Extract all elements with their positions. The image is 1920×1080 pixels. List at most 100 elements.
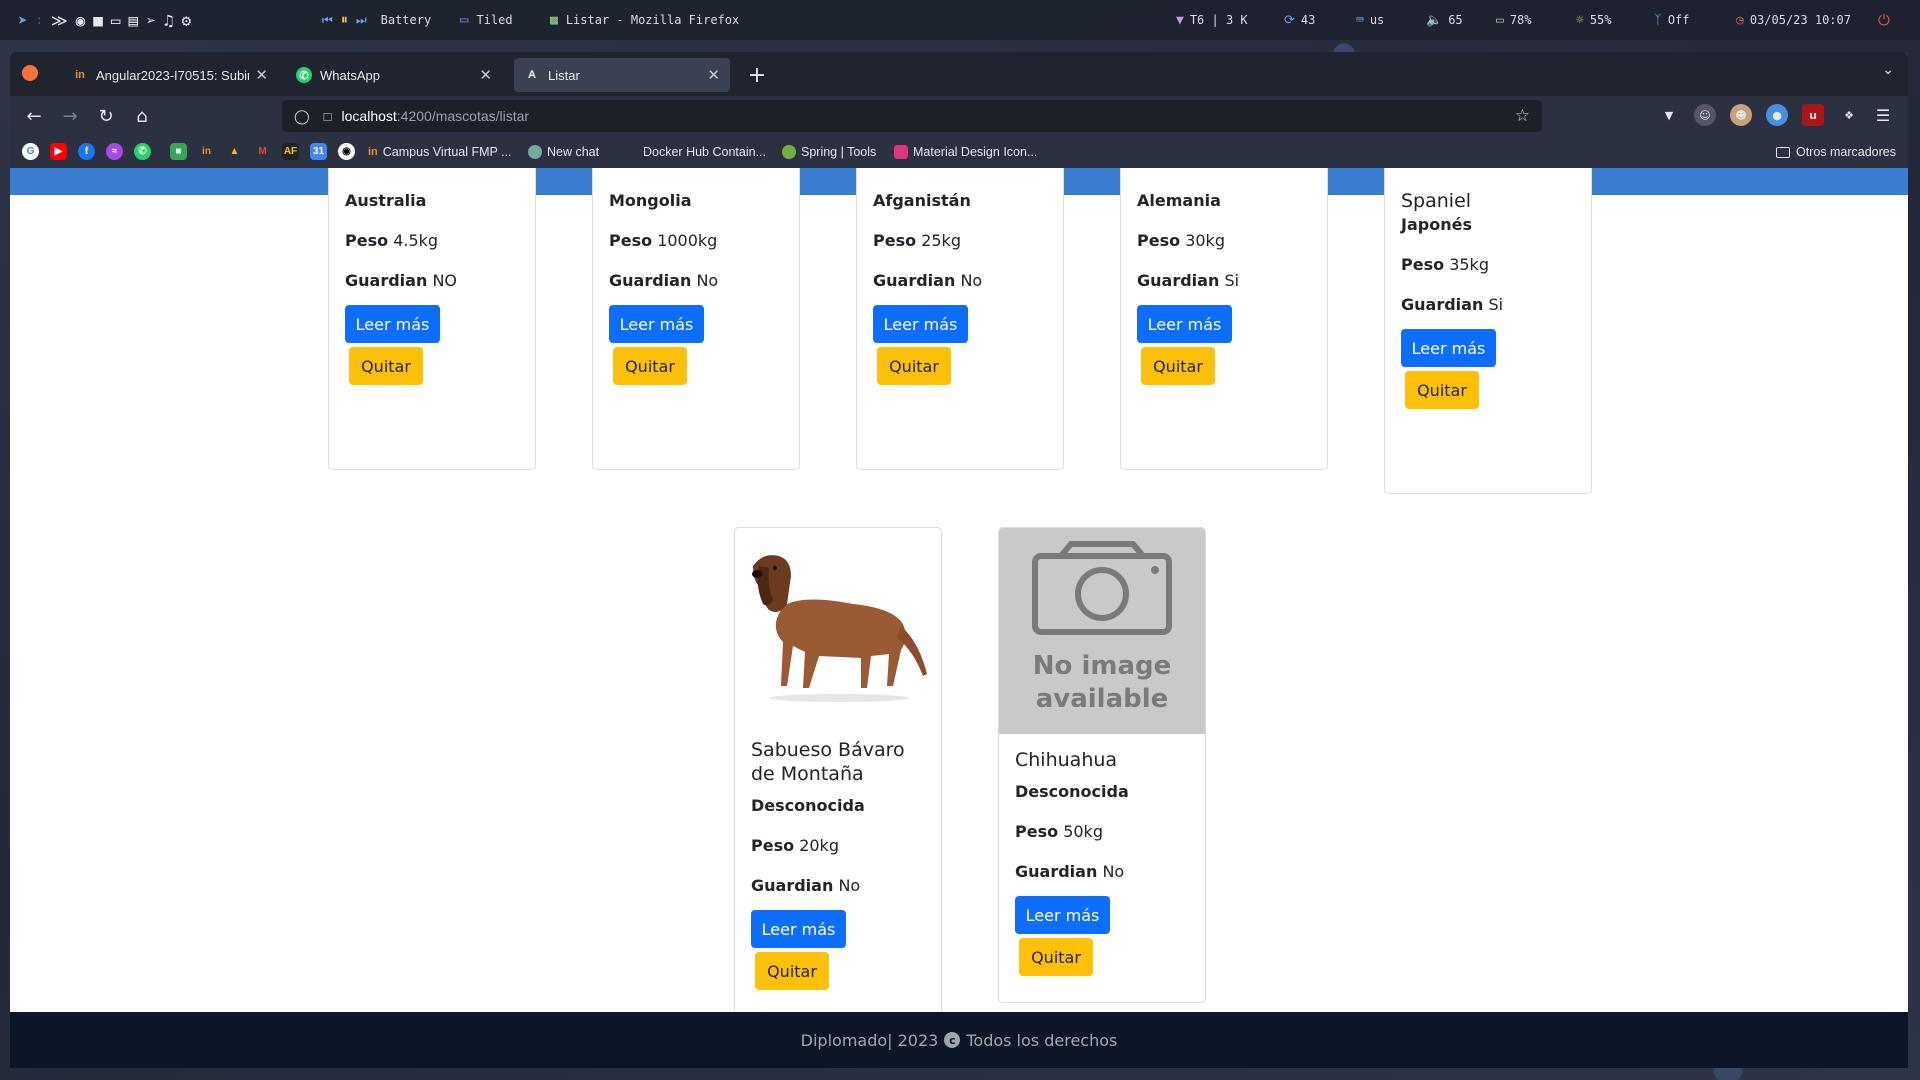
notes-icon[interactable]: ▤	[129, 11, 139, 30]
extension-face-icon[interactable]: ☻	[1730, 104, 1752, 126]
youtube-icon[interactable]: ▶	[50, 143, 67, 160]
monitor-icon[interactable]: ▭	[111, 11, 121, 30]
url-bar[interactable]: ◯ □ localhost:4200/mascotas/listar ☆	[282, 100, 1542, 132]
browser-window: in Angular2023-I70515: Subir so ✕ ✆ What…	[10, 52, 1908, 1068]
launcher-icon[interactable]: ➤	[18, 11, 28, 30]
network-status[interactable]: ▼ T6 | 3 K	[1176, 13, 1248, 28]
google-icon[interactable]: G	[22, 143, 39, 160]
bluetooth-icon: ᛉ	[1654, 12, 1662, 28]
extensions-puzzle-icon[interactable]: ❖	[1838, 104, 1860, 126]
facebook-icon[interactable]: f	[78, 143, 95, 160]
previous-track-icon[interactable]: ⏮	[322, 13, 333, 28]
battery-status[interactable]: ▭ 78%	[1496, 13, 1532, 28]
keyboard-icon: ⌨	[1356, 12, 1364, 28]
read-more-button[interactable]: Leer más	[1137, 305, 1232, 343]
pet-weight: Peso 1000kg	[609, 231, 717, 250]
updates-count: 43	[1300, 13, 1316, 27]
window-title: Listar - Mozilla Firefox	[565, 13, 740, 27]
layout-label[interactable]: Tiled	[476, 13, 512, 27]
pet-origin: Afganistán	[873, 191, 971, 210]
menu-hamburger-icon[interactable]: ☰	[1872, 104, 1894, 126]
telegram-icon[interactable]: ➢	[146, 11, 156, 30]
close-icon[interactable]: ✕	[707, 66, 720, 84]
classroom-icon[interactable]: ■	[170, 143, 187, 160]
read-more-button[interactable]: Leer más	[609, 305, 704, 343]
firefox-icon[interactable]	[22, 65, 38, 81]
drive-icon[interactable]: ▲	[226, 143, 243, 160]
bookmark-label: Spring | Tools	[801, 145, 877, 159]
pet-name: Sabueso Bávaro de Montaña	[751, 739, 905, 785]
bookmark-campus-virtual[interactable]: in Campus Virtual FMP ...	[368, 136, 512, 168]
read-more-button[interactable]: Leer más	[1015, 896, 1110, 934]
tab-listar[interactable]: A Listar ✕	[514, 58, 730, 92]
music-icon[interactable]: ♫	[164, 11, 174, 30]
bookmark-new-chat[interactable]: New chat	[528, 136, 599, 168]
read-more-button[interactable]: Leer más	[751, 910, 846, 948]
read-more-button[interactable]: Leer más	[873, 305, 968, 343]
forward-arrow-icon[interactable]: →	[56, 102, 84, 130]
settings-gear-icon[interactable]: ⚙	[181, 11, 191, 30]
page-icon[interactable]: □	[324, 109, 332, 124]
power-icon[interactable]: ⏻	[1878, 11, 1890, 29]
bookmark-star-icon[interactable]: ☆	[1515, 106, 1530, 126]
docker-icon	[624, 145, 638, 159]
updates-status[interactable]: ⟳ 43	[1284, 13, 1315, 28]
messenger-icon[interactable]: ≈	[106, 143, 123, 160]
bookmark-docker-hub[interactable]: Docker Hub Contain...	[624, 136, 766, 168]
remove-button[interactable]: Quitar	[613, 347, 687, 385]
pause-icon[interactable]: ⏸	[341, 12, 348, 28]
new-tab-button[interactable]: +	[742, 60, 772, 90]
extension-avatar-icon[interactable]: ☺	[1694, 104, 1716, 126]
volume-status[interactable]: 🔈 65	[1426, 13, 1463, 28]
globe-icon[interactable]: ◉	[76, 11, 86, 30]
datetime-text: 03/05/23 10:07	[1749, 13, 1851, 27]
bluetooth-status[interactable]: ᛉ Off	[1654, 13, 1690, 28]
weight-value: 20kg	[799, 836, 839, 855]
terminal-icon[interactable]: ≫	[51, 11, 68, 30]
read-more-button[interactable]: Leer más	[345, 305, 440, 343]
tab-angular[interactable]: in Angular2023-I70515: Subir so ✕	[62, 58, 278, 92]
pet-name: Chihuahua	[1015, 749, 1118, 771]
bookmark-material-design[interactable]: Material Design Icon...	[894, 136, 1037, 168]
close-icon[interactable]: ✕	[479, 66, 492, 84]
remove-button[interactable]: Quitar	[349, 347, 423, 385]
pet-card: Spaniel Japonés Peso 35kg Guardian Si Le…	[1384, 168, 1592, 494]
pet-card: No image available Chihuahua Desconocida…	[998, 527, 1206, 1003]
gmail-icon[interactable]: M	[254, 143, 271, 160]
pocket-icon[interactable]: ▼	[1658, 104, 1680, 126]
extension-blue-icon[interactable]: ●	[1766, 104, 1788, 126]
dog-illustration	[752, 555, 927, 702]
campus-icon[interactable]: in	[198, 143, 215, 160]
af-icon[interactable]: AF	[282, 143, 299, 160]
next-track-icon[interactable]: ⏭	[356, 13, 367, 28]
bluetooth-text: Off	[1667, 13, 1690, 27]
brightness-status[interactable]: ☼ 55%	[1576, 13, 1612, 28]
back-arrow-icon[interactable]: ←	[20, 102, 48, 130]
clock[interactable]: ◷ 03/05/23 10:07	[1736, 13, 1851, 28]
home-icon[interactable]: ⌂	[128, 102, 156, 130]
reload-icon[interactable]: ↻	[92, 102, 120, 130]
calendar-icon[interactable]: 31	[310, 143, 327, 160]
close-icon[interactable]: ✕	[255, 66, 268, 84]
pet-guardian: Guardian NO	[345, 271, 457, 290]
remove-button[interactable]: Quitar	[1405, 371, 1479, 409]
pet-guardian: Guardian No	[751, 876, 860, 895]
keyboard-layout[interactable]: ⌨ us	[1356, 13, 1384, 28]
remove-button[interactable]: Quitar	[755, 952, 829, 990]
bookmark-spring-tools[interactable]: Spring | Tools	[782, 136, 876, 168]
github-icon[interactable]: ◉	[338, 143, 355, 160]
tab-whatsapp[interactable]: ✆ WhatsApp ✕	[286, 58, 502, 92]
whatsapp-icon[interactable]: ✆	[134, 143, 151, 160]
remove-button[interactable]: Quitar	[1019, 938, 1093, 976]
folder-icon[interactable]: ■	[93, 11, 103, 30]
remove-button[interactable]: Quitar	[877, 347, 951, 385]
chevron-down-icon[interactable]: ⌄	[1882, 62, 1894, 78]
pet-weight: Peso 25kg	[873, 231, 961, 250]
pet-weight: Peso 20kg	[751, 836, 839, 855]
read-more-button[interactable]: Leer más	[1401, 329, 1496, 367]
guardian-value: No	[696, 271, 719, 290]
remove-button[interactable]: Quitar	[1141, 347, 1215, 385]
other-bookmarks[interactable]: Otros marcadores	[1775, 136, 1896, 168]
shield-icon[interactable]: ◯	[294, 108, 310, 125]
ublock-icon[interactable]: u	[1802, 104, 1824, 126]
